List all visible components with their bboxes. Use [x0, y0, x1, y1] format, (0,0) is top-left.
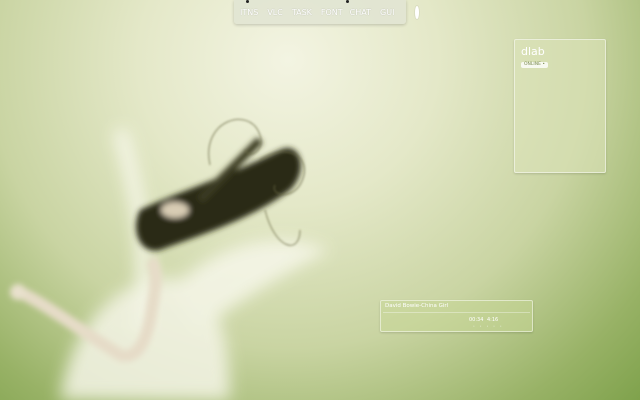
total-time: 4:16: [487, 317, 499, 323]
status-badge[interactable]: ONLINE •: [521, 62, 549, 68]
music-player-widget: David Bowie-China Girl 00:34 4:16 • • • …: [380, 300, 533, 332]
launcher-vlc[interactable]: VLC: [267, 8, 283, 17]
launcher-itns[interactable]: ITNS: [240, 8, 258, 17]
indicator-dot: [246, 0, 249, 3]
launcher-font[interactable]: FONT: [321, 8, 343, 17]
launcher-chat[interactable]: CHAT: [350, 8, 371, 17]
indicator-dot: [346, 0, 349, 3]
contact-widget: dlab ONLINE •: [514, 39, 606, 173]
launcher-task[interactable]: TASK: [292, 8, 312, 17]
divider: [383, 312, 530, 313]
elapsed-time: 00:34: [469, 317, 484, 323]
launcher-bar: ITNS VLC TASK FONT CHAT GUI: [234, 0, 420, 24]
launcher-gui[interactable]: GUI: [380, 8, 394, 17]
contact-name: dlab: [521, 45, 545, 58]
hair: [136, 137, 301, 251]
player-controls[interactable]: • • • • •: [473, 324, 504, 328]
track-title: David Bowie-China Girl: [385, 303, 449, 309]
